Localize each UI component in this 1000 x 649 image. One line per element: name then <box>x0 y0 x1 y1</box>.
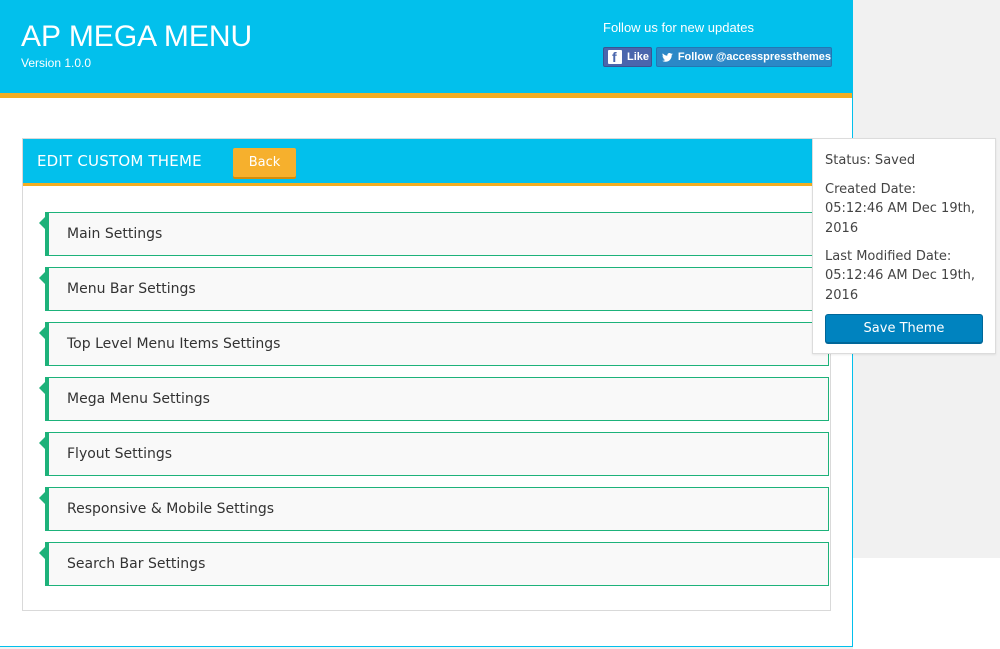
status-text: Status: Saved <box>825 153 916 168</box>
setting-label: Search Bar Settings <box>67 556 206 572</box>
panel-accent-line <box>23 183 830 186</box>
facebook-icon <box>608 50 622 65</box>
setting-label: Flyout Settings <box>67 446 173 462</box>
page-background-strip <box>853 558 1000 649</box>
plugin-container: AP MEGA MENU Version 1.0.0 Follow us for… <box>0 0 853 647</box>
twitter-follow-button[interactable]: Follow @accesspressthemes <box>656 47 832 67</box>
follow-text: Follow us for new updates <box>603 20 755 35</box>
setting-label: Mega Menu Settings <box>67 391 210 407</box>
theme-status-box: Status: Saved Created Date: 05:12:46 AM … <box>812 138 996 354</box>
panel-header: EDIT CUSTOM THEME Back <box>23 139 830 183</box>
modified-date-value: 05:12:46 AM Dec 19th, 2016 <box>825 268 976 303</box>
setting-top-level-menu-items[interactable]: Top Level Menu Items Settings <box>39 322 829 366</box>
created-date-value: 05:12:46 AM Dec 19th, 2016 <box>825 201 976 236</box>
setting-label: Responsive & Mobile Settings <box>67 501 275 517</box>
twitter-bird-icon <box>662 52 673 62</box>
back-button[interactable]: Back <box>233 148 296 177</box>
setting-search-bar[interactable]: Search Bar Settings <box>39 542 829 586</box>
setting-main[interactable]: Main Settings <box>39 212 829 256</box>
facebook-like-label: Like <box>627 51 650 63</box>
setting-label: Main Settings <box>67 226 163 242</box>
setting-mega-menu[interactable]: Mega Menu Settings <box>39 377 829 421</box>
panel-title: EDIT CUSTOM THEME <box>37 152 202 170</box>
app-version: Version 1.0.0 <box>21 56 92 70</box>
app-title: AP MEGA MENU <box>21 20 253 53</box>
facebook-like-button[interactable]: Like <box>603 47 652 67</box>
setting-flyout[interactable]: Flyout Settings <box>39 432 829 476</box>
plugin-header: AP MEGA MENU Version 1.0.0 Follow us for… <box>0 0 852 93</box>
header-accent-line <box>0 93 852 98</box>
setting-menu-bar[interactable]: Menu Bar Settings <box>39 267 829 311</box>
setting-label: Menu Bar Settings <box>67 281 196 297</box>
twitter-follow-label: Follow @accesspressthemes <box>677 51 831 63</box>
setting-label: Top Level Menu Items Settings <box>67 336 281 352</box>
setting-responsive-mobile[interactable]: Responsive & Mobile Settings <box>39 487 829 531</box>
save-theme-button[interactable]: Save Theme <box>825 314 983 343</box>
created-date-label: Created Date: <box>825 182 917 197</box>
edit-theme-panel: EDIT CUSTOM THEME Back Main Settings Men… <box>22 138 831 611</box>
modified-date-label: Last Modified Date: <box>825 249 952 264</box>
